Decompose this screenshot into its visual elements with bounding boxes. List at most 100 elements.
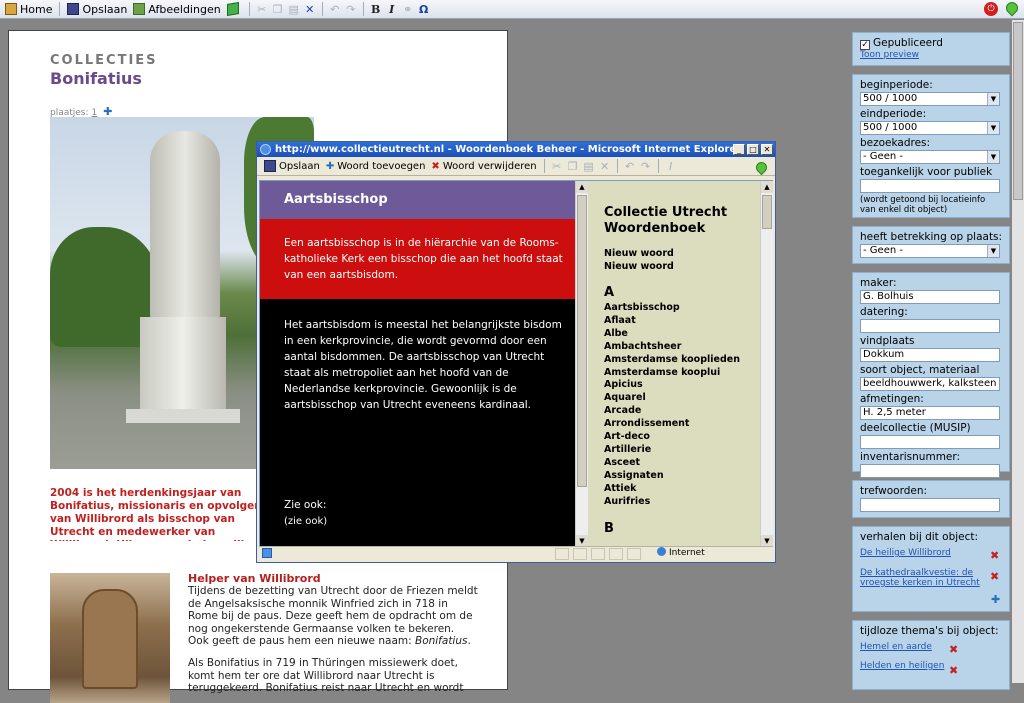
word-heading[interactable]: Aartsbisschop (260, 181, 575, 219)
published-row[interactable]: ✓ Gepubliceerd (860, 36, 1003, 50)
word-description[interactable]: Het aartsbisdom is meestal het belangrij… (284, 317, 565, 413)
redo-icon[interactable]: ↷ (638, 160, 654, 173)
letter-heading: B (604, 520, 614, 536)
access-input[interactable] (860, 179, 1000, 193)
word-link[interactable]: Amsterdamse kooplieden (604, 354, 760, 367)
close-button[interactable]: ✕ (761, 144, 773, 155)
story-link[interactable]: De kathedraalkvestie: de vroegste kerken… (860, 568, 986, 588)
maker-label: maker: (860, 277, 897, 289)
special-char-button[interactable]: Ω (416, 3, 432, 16)
italic-button[interactable]: I (384, 3, 400, 16)
maximize-button[interactable]: □ (747, 144, 759, 155)
published-label: Gepubliceerd (873, 37, 943, 49)
scroll-up-icon[interactable]: ▲ (761, 181, 773, 193)
bold-button[interactable]: B (368, 3, 384, 16)
word-link[interactable]: Assignaten (604, 470, 760, 483)
word-link[interactable]: Attiek (604, 483, 760, 496)
italic-icon[interactable]: I (663, 160, 679, 173)
size-input[interactable]: H. 2,5 meter (860, 406, 1000, 420)
remove-theme-icon[interactable]: ✖ (949, 664, 958, 677)
date-input[interactable] (860, 319, 1000, 333)
location-pin-icon[interactable] (1003, 0, 1021, 17)
word-link[interactable]: Art-deco (604, 431, 760, 444)
word-link[interactable]: Aurifries (604, 496, 760, 509)
undo-icon[interactable]: ↶ (622, 160, 638, 173)
remove-story-icon[interactable]: ✖ (990, 570, 999, 583)
minimize-button[interactable]: _ (733, 144, 745, 155)
word-link[interactable]: Ambachtsheer (604, 341, 760, 354)
new-word-link[interactable]: Nieuw woord (604, 260, 760, 273)
place-select[interactable]: - Geen - ▼ (860, 244, 1000, 258)
scrollbar-thumb[interactable] (762, 195, 772, 229)
window-titlebar[interactable]: http://www.collectieutrecht.nl - Woorden… (257, 142, 775, 157)
add-word-button[interactable]: ✚ Woord toevoegen (323, 158, 429, 175)
chevron-down-icon[interactable]: ▼ (987, 93, 999, 105)
visit-select[interactable]: - Geen - ▼ (860, 150, 1000, 164)
intro-text[interactable]: 2004 is het herdenkingsjaar van Bonifati… (50, 487, 262, 541)
begin-select[interactable]: 500 / 1000 ▼ (860, 92, 1000, 106)
end-select[interactable]: 500 / 1000 ▼ (860, 121, 1000, 135)
index-scrollbar[interactable]: ▲ ▼ (760, 181, 773, 547)
section-heading[interactable]: Helper van Willibrord (188, 572, 321, 585)
tags-input[interactable] (860, 498, 1000, 512)
part-input[interactable] (860, 435, 1000, 449)
word-link[interactable]: Aartsbisschop (604, 302, 760, 315)
cut-icon[interactable]: ✂ (549, 160, 565, 173)
content-scrollbar[interactable]: ▲ ▼ (575, 181, 588, 547)
page-scrollbar[interactable] (1012, 20, 1024, 683)
place-label: heeft betrekking op plaats: (860, 231, 1003, 243)
word-link[interactable]: Arcade (604, 405, 760, 418)
paste-icon[interactable]: ▤ (286, 3, 302, 16)
dictionary-button[interactable] (224, 1, 245, 18)
logout-icon[interactable]: ⏻ (984, 2, 998, 16)
section-body-2[interactable]: Als Bonifatius in 719 in Thüringen missi… (188, 657, 478, 695)
images-button[interactable]: Afbeeldingen (130, 1, 223, 18)
word-definition[interactable]: Een aartsbisschop is in de hiërarchie va… (260, 219, 575, 299)
copy-icon[interactable]: ❐ (565, 160, 581, 173)
paste-icon[interactable]: ▤ (581, 160, 597, 173)
remove-story-icon[interactable]: ✖ (990, 549, 999, 562)
word-link[interactable]: Apicius (604, 379, 760, 392)
type-input[interactable]: beeldhouwwerk, kalksteen (860, 377, 1000, 391)
inv-input[interactable] (860, 464, 1000, 478)
scrollbar-thumb[interactable] (1013, 22, 1023, 200)
cut-icon[interactable]: ✂ (254, 3, 270, 16)
delete-icon[interactable]: ✕ (597, 160, 613, 173)
access-label: toegankelijk voor publiek (860, 166, 993, 178)
new-word-link[interactable]: Nieuw woord (604, 247, 760, 260)
found-input[interactable]: Dokkum (860, 348, 1000, 362)
word-link[interactable]: Amsterdamse kooplui (604, 367, 760, 380)
link-icon[interactable]: ⚭ (400, 3, 416, 16)
word-link[interactable]: Artillerie (604, 444, 760, 457)
undo-icon[interactable]: ↶ (327, 3, 343, 16)
add-story-icon[interactable]: ✚ (991, 593, 1000, 606)
published-checkbox[interactable]: ✓ (860, 40, 870, 50)
theme-link[interactable]: Helden en heiligen (860, 661, 1003, 671)
story-link[interactable]: De heilige Willibrord (860, 548, 1003, 558)
editor-toolbar: Home Opslaan Afbeeldingen ✂ ❐ ▤ ✕ ↶ ↷ B … (0, 0, 1024, 19)
maker-input[interactable]: G. Bolhuis (860, 290, 1000, 304)
home-button[interactable]: Home (2, 1, 55, 18)
preview-link[interactable]: Toon preview (860, 50, 1003, 60)
word-link[interactable]: Aquarel (604, 392, 760, 405)
word-link[interactable]: Albe (604, 328, 760, 341)
chevron-down-icon[interactable]: ▼ (987, 245, 999, 257)
delete-icon[interactable]: ✕ (302, 3, 318, 16)
scroll-up-icon[interactable]: ▲ (576, 181, 588, 193)
chevron-down-icon[interactable]: ▼ (987, 122, 999, 134)
copy-icon[interactable]: ❐ (270, 3, 286, 16)
remove-word-button[interactable]: ✖ Woord verwijderen (428, 158, 539, 175)
word-link[interactable]: Asceet (604, 457, 760, 470)
see-also-value[interactable]: (zie ook) (284, 514, 327, 530)
section-body[interactable]: Tijdens de bezetting van Utrecht door de… (188, 585, 478, 648)
word-link[interactable]: Aflaat (604, 315, 760, 328)
word-link[interactable]: Arrondissement (604, 418, 760, 431)
toolbar-separator (248, 2, 250, 16)
chevron-down-icon[interactable]: ▼ (987, 151, 999, 163)
save-button[interactable]: Opslaan (261, 158, 323, 175)
save-button[interactable]: Opslaan (64, 1, 130, 18)
scrollbar-thumb[interactable] (577, 195, 587, 487)
theme-link[interactable]: Hemel en aarde (860, 642, 1003, 652)
remove-theme-icon[interactable]: ✖ (949, 643, 958, 656)
redo-icon[interactable]: ↷ (343, 3, 359, 16)
